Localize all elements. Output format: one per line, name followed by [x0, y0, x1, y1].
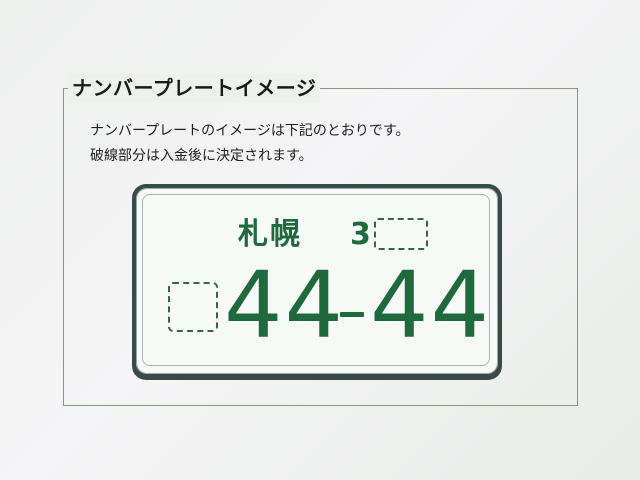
plate-number-left: 44	[224, 252, 346, 359]
dashed-kana-placeholder	[168, 282, 218, 332]
plate-number-right: 44	[370, 252, 492, 359]
description-line-2: 破線部分は入金後に決定されます。	[90, 148, 313, 164]
description-line-1: ナンバープレートのイメージは下記のとおりです。	[90, 123, 410, 139]
plate-region-name: 札幌	[238, 217, 302, 252]
plate-number-separator	[340, 312, 364, 317]
dashed-class-placeholder	[374, 218, 428, 250]
plate-class-number: 3	[350, 217, 371, 252]
section-title: ナンバープレートイメージ	[68, 74, 321, 102]
